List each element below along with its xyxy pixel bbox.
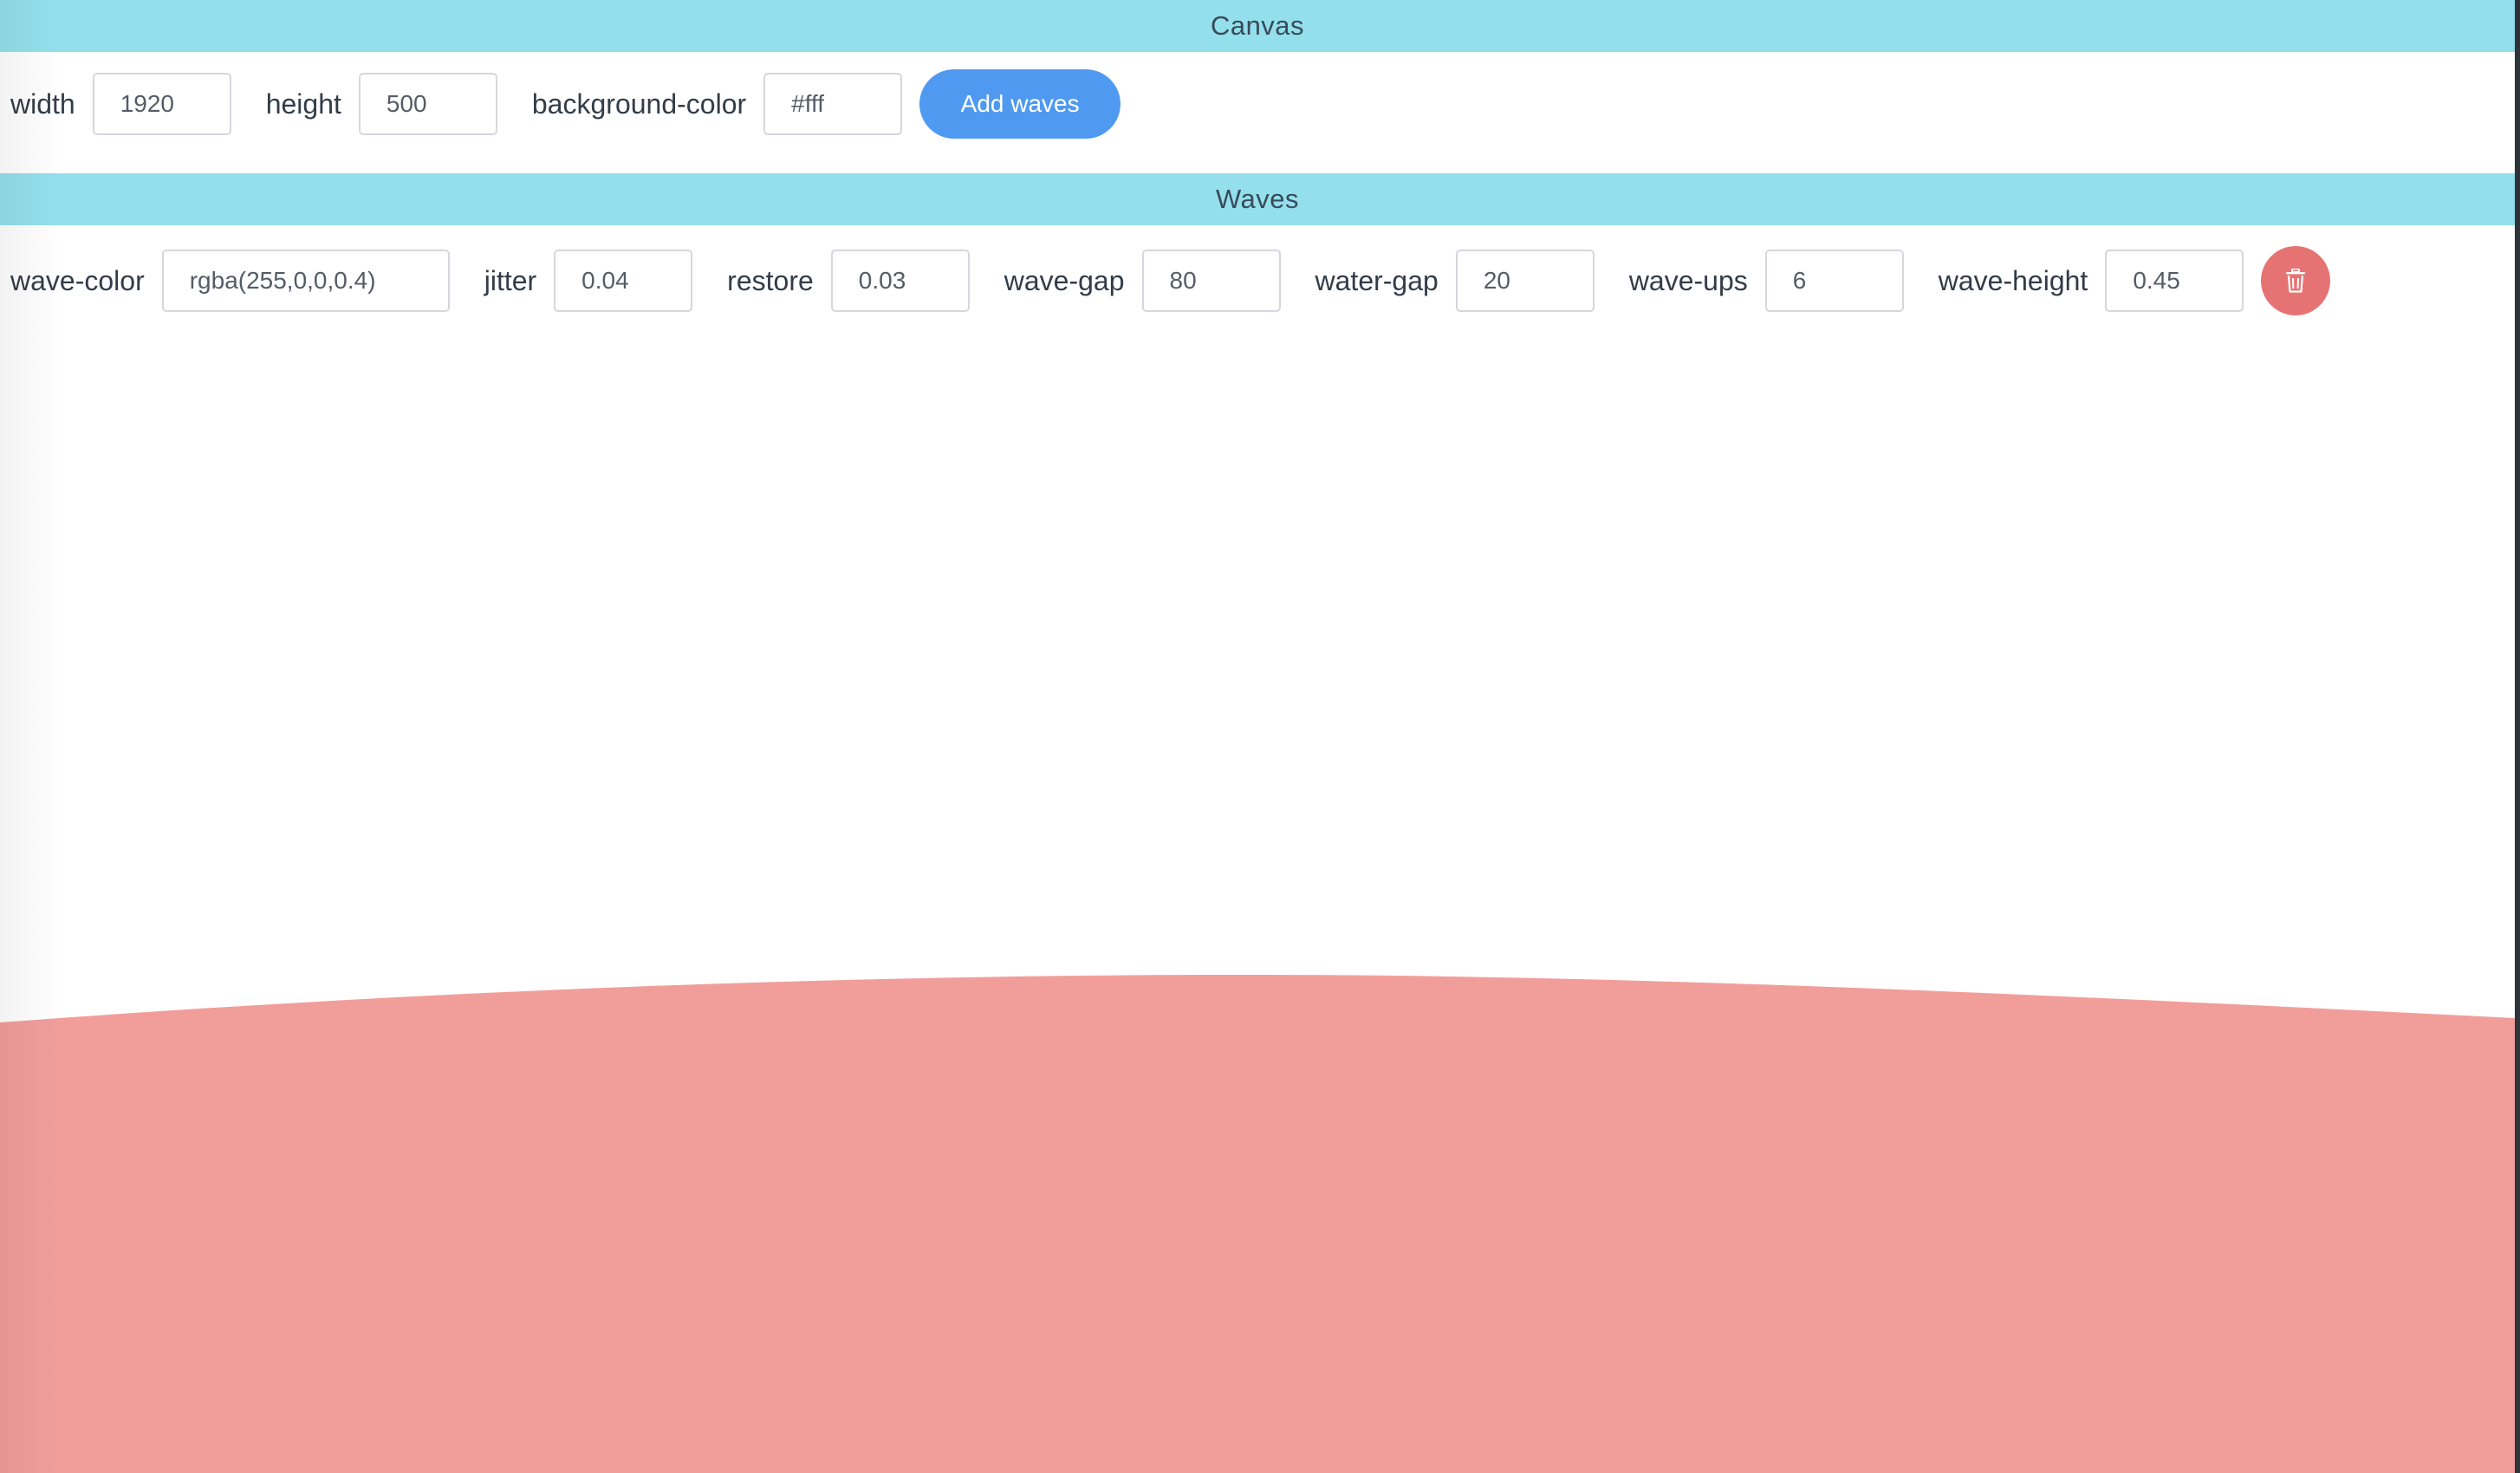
background-color-input[interactable] <box>763 73 903 135</box>
trash-icon <box>2286 269 2306 293</box>
wave-shape <box>0 975 2515 1473</box>
water-gap-label: water-gap <box>1315 264 1439 296</box>
wave-generator-app: Canvas width height background-color Add… <box>0 0 2520 1473</box>
wave-gap-label: wave-gap <box>1003 264 1125 296</box>
right-window-edge <box>2515 0 2520 1473</box>
restore-label: restore <box>727 264 814 296</box>
wave-color-label: wave-color <box>10 264 145 296</box>
add-waves-button[interactable]: Add waves <box>919 69 1121 139</box>
wave-height-label: wave-height <box>1938 264 2088 296</box>
height-input[interactable] <box>358 73 497 135</box>
wave-settings-row: wave-color jitter restore wave-gap water… <box>0 246 2331 315</box>
wave-height-input[interactable] <box>2105 250 2244 312</box>
background-color-label: background-color <box>531 88 747 120</box>
wave-gap-input[interactable] <box>1141 250 1281 312</box>
wave-ups-label: wave-ups <box>1628 264 1748 296</box>
restore-input[interactable] <box>830 250 970 312</box>
canvas-section-header: Canvas <box>0 0 2515 52</box>
width-input[interactable] <box>92 73 231 135</box>
water-gap-input[interactable] <box>1455 250 1594 312</box>
jitter-label: jitter <box>484 264 537 296</box>
wave-color-input[interactable] <box>161 250 450 312</box>
waves-section-header: Waves <box>0 173 2515 225</box>
width-label: width <box>10 88 75 120</box>
wave-canvas <box>0 975 2515 1473</box>
delete-wave-button[interactable] <box>2261 246 2331 315</box>
canvas-settings-row: width height background-color Add waves <box>0 69 1121 139</box>
height-label: height <box>265 88 341 120</box>
jitter-input[interactable] <box>554 250 693 312</box>
wave-ups-input[interactable] <box>1764 250 1904 312</box>
